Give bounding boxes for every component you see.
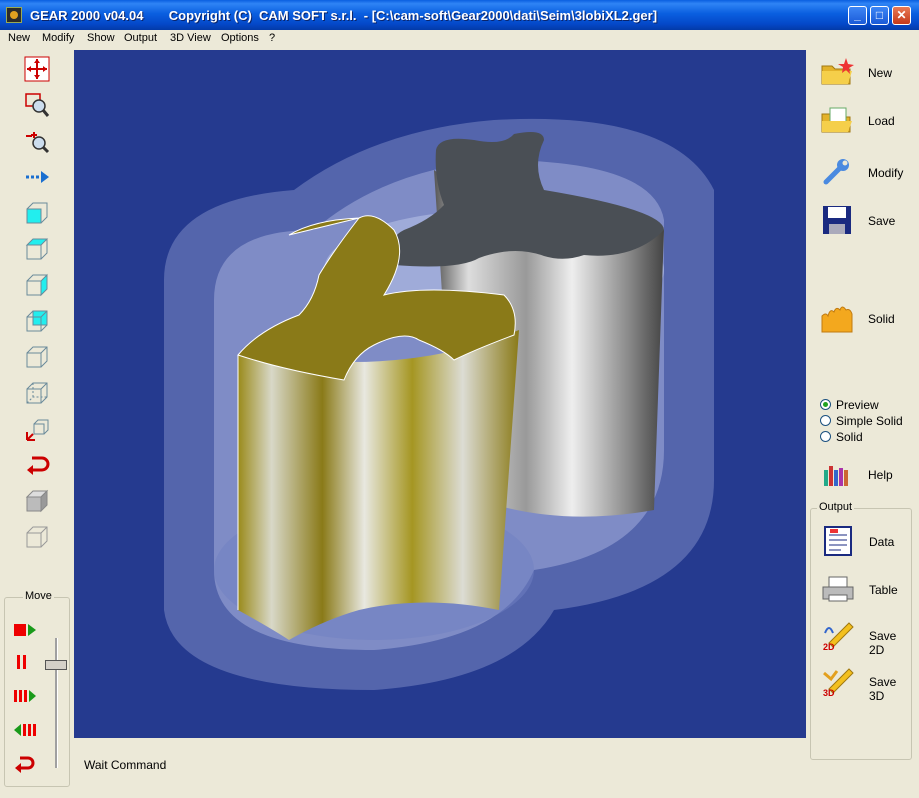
radio-dot: [820, 431, 831, 443]
save-3d-button[interactable]: 3D Save 3D: [819, 663, 915, 703]
menu-bar: New Modify Show Output 3D View Options ?: [0, 30, 919, 48]
view-iso-2-icon[interactable]: [24, 344, 50, 370]
menu-help[interactable]: ?: [269, 32, 275, 44]
menu-modify[interactable]: Modify: [42, 32, 74, 44]
help-button[interactable]: Help: [818, 456, 914, 492]
radio-dot-selected: [820, 399, 831, 411]
solid-button[interactable]: Solid: [818, 300, 914, 336]
output-label: Output: [817, 501, 855, 513]
menu-output[interactable]: Output: [124, 32, 157, 44]
table-button[interactable]: Table: [819, 571, 915, 607]
radio-solid[interactable]: Solid: [820, 430, 863, 444]
view-front-icon[interactable]: [24, 200, 50, 226]
pencil-2d-icon: 2D: [821, 619, 855, 652]
move-group: Move: [4, 590, 70, 787]
rotate-axes-icon[interactable]: [24, 416, 50, 442]
save-button[interactable]: Save: [818, 202, 914, 238]
speed-slider-thumb[interactable]: [45, 660, 67, 670]
pause-icon[interactable]: [13, 652, 37, 672]
save-3d-label: Save 3D: [869, 675, 897, 703]
radio-simple-solid[interactable]: Simple Solid: [820, 414, 903, 428]
radio-preview[interactable]: Preview: [820, 398, 879, 412]
rewind-icon[interactable]: [13, 720, 37, 740]
data-label: Data: [869, 535, 895, 549]
move-view-icon[interactable]: [24, 56, 50, 82]
close-button[interactable]: ✕: [892, 6, 911, 25]
fast-forward-icon[interactable]: [13, 686, 37, 706]
data-button[interactable]: Data: [819, 523, 915, 559]
modify-label: Modify: [868, 166, 904, 180]
save-2d-button[interactable]: 2D Save 2D: [819, 617, 915, 657]
3d-viewport[interactable]: [74, 50, 806, 738]
books-icon: [820, 458, 854, 490]
radio-simple-solid-label: Simple Solid: [836, 414, 903, 428]
view-top-icon[interactable]: [24, 236, 50, 262]
svg-text:3D: 3D: [823, 688, 835, 697]
new-button[interactable]: New: [818, 54, 914, 90]
maximize-button[interactable]: □: [870, 6, 889, 25]
zoom-window-icon[interactable]: [24, 92, 50, 118]
view-iso-3-icon[interactable]: [24, 380, 50, 406]
status-text: Wait Command: [84, 758, 167, 772]
solid-label: Solid: [868, 312, 895, 326]
help-label: Help: [868, 468, 893, 482]
output-group: Output Data Table 2D Save 2D 3D Save 3D: [810, 501, 915, 760]
radio-dot: [820, 415, 831, 427]
zoom-in-out-icon[interactable]: [24, 128, 50, 154]
pan-arrow-icon[interactable]: [24, 164, 50, 190]
floppy-disk-icon: [820, 204, 854, 236]
table-label: Table: [869, 583, 898, 597]
save-2d-label: Save 2D: [869, 629, 897, 657]
right-panel: New Load Modify Save Solid Preview Simpl…: [808, 50, 919, 798]
document-icon: [821, 525, 855, 557]
load-label: Load: [868, 114, 895, 128]
app-icon[interactable]: [6, 7, 22, 23]
menu-options[interactable]: Options: [221, 32, 259, 44]
svg-text:2D: 2D: [823, 642, 835, 651]
move-label: Move: [23, 590, 54, 602]
wrench-icon: [820, 156, 854, 188]
pencil-3d-icon: 3D: [821, 665, 855, 698]
play-icon[interactable]: [13, 620, 37, 640]
undo-view-icon[interactable]: [24, 452, 50, 478]
wire-box-icon[interactable]: [24, 524, 50, 550]
menu-new[interactable]: New: [8, 32, 30, 44]
save-label: Save: [868, 214, 896, 228]
speed-slider-track[interactable]: [55, 638, 58, 768]
view-right-icon[interactable]: [24, 272, 50, 298]
radio-solid-label: Solid: [836, 430, 863, 444]
view-iso-1-icon[interactable]: [24, 308, 50, 334]
modify-button[interactable]: Modify: [818, 154, 914, 190]
solid-gear-icon: [820, 302, 854, 334]
solid-box-icon[interactable]: [24, 488, 50, 514]
gear-pump-render: [164, 118, 714, 690]
radio-preview-label: Preview: [836, 398, 879, 412]
return-icon[interactable]: [13, 754, 37, 774]
new-label: New: [868, 66, 893, 80]
menu-show[interactable]: Show: [87, 32, 115, 44]
printer-icon: [821, 573, 855, 605]
menu-3d-view[interactable]: 3D View: [170, 32, 211, 44]
minimize-button[interactable]: _: [848, 6, 867, 25]
title-bar: GEAR 2000 v04.04 Copyright (C) CAM SOFT …: [0, 0, 919, 30]
load-folder-icon: [820, 104, 854, 136]
load-button[interactable]: Load: [818, 102, 914, 138]
new-folder-icon: [820, 56, 854, 88]
window-title: GEAR 2000 v04.04 Copyright (C) CAM SOFT …: [30, 8, 658, 23]
